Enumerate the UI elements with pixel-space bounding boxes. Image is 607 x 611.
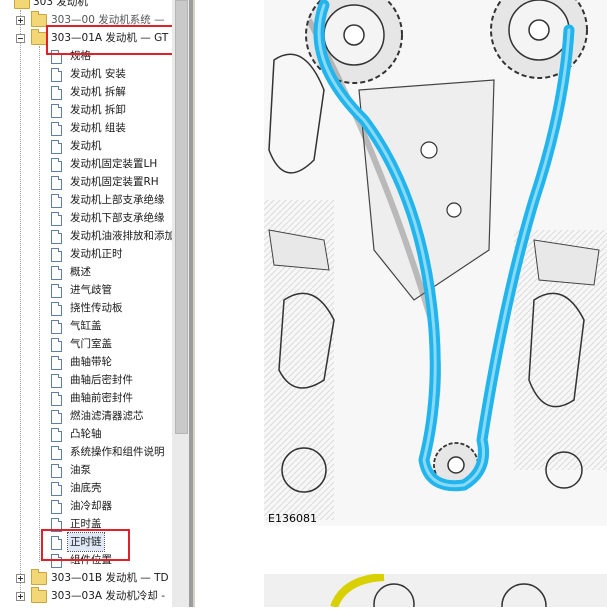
tree-item-label: 系统操作和组件说明 <box>70 446 165 458</box>
annotation-box-section <box>46 25 172 55</box>
folder-icon <box>31 587 47 603</box>
figure-label: E136081 <box>268 512 317 525</box>
document-icon <box>51 428 62 442</box>
annotation-box-selected <box>41 529 130 561</box>
tree-item-label: 发动机下部支承绝缘 <box>70 212 165 224</box>
tree-item-label: 发动机 组装 <box>70 122 126 134</box>
document-icon <box>51 104 62 118</box>
document-icon <box>51 500 62 514</box>
document-icon <box>51 482 62 496</box>
tree-item-label: 燃油滤清器滤芯 <box>70 410 144 422</box>
tree-item-label: 发动机 <box>70 140 102 152</box>
document-icon <box>51 158 62 172</box>
document-icon <box>51 446 62 460</box>
tree-item-label: 曲轴前密封件 <box>70 392 133 404</box>
scrollbar-thumb[interactable] <box>175 0 188 434</box>
document-icon <box>51 86 62 100</box>
engine-illustration <box>264 0 607 526</box>
tree-item-label: 油冷却器 <box>70 500 112 512</box>
document-icon <box>51 284 62 298</box>
document-icon <box>51 320 62 334</box>
next-illustration <box>264 573 607 611</box>
document-icon <box>51 302 62 316</box>
document-icon <box>51 266 62 280</box>
document-icon <box>51 248 62 262</box>
tree-item-label: 油底壳 <box>70 482 102 494</box>
tree-item-label: 发动机油液排放和添加 <box>70 230 172 242</box>
tree-root-label: 303 发动机 <box>33 0 88 8</box>
collapse-icon[interactable] <box>16 34 25 43</box>
document-icon <box>51 410 62 424</box>
tree-item-label: 油泵 <box>70 464 91 476</box>
tree-item-label: 发动机上部支承绝缘 <box>70 194 165 206</box>
document-icon <box>51 68 62 82</box>
document-icon <box>51 194 62 208</box>
tree-item-label: 气缸盖 <box>70 320 102 332</box>
section-label: 303—03A 发动机冷却 - <box>51 590 166 602</box>
expand-icon[interactable] <box>16 16 25 25</box>
tree-guide-line <box>39 46 40 562</box>
document-icon <box>51 356 62 370</box>
tree-item-label: 概述 <box>70 266 91 278</box>
tree-item-label: 发动机 拆卸 <box>70 104 126 116</box>
tree-item-label: 发动机 安装 <box>70 68 126 80</box>
tree-item-label: 挠性传动板 <box>70 302 123 314</box>
document-icon <box>51 176 62 190</box>
document-icon <box>51 338 62 352</box>
folder-open-icon <box>14 0 30 9</box>
tree-item-label: 凸轮轴 <box>70 428 102 440</box>
tree-view[interactable]: 303 发动机 303—00 发动机系统 — 303—01A 发动机 — GT … <box>0 0 172 607</box>
splitter-edge <box>193 0 195 607</box>
tree-item-label: 发动机 拆解 <box>70 86 126 98</box>
tree-item-label: 进气歧管 <box>70 284 112 296</box>
document-icon <box>51 374 62 388</box>
document-icon <box>51 140 62 154</box>
document-icon <box>51 392 62 406</box>
document-icon <box>51 464 62 478</box>
document-icon <box>51 212 62 226</box>
tree-guide-line <box>20 10 21 600</box>
document-icon <box>51 122 62 136</box>
folder-open-icon <box>31 29 47 45</box>
expand-icon[interactable] <box>16 592 25 601</box>
expand-icon[interactable] <box>16 574 25 583</box>
tree-item-label: 曲轴带轮 <box>70 356 112 368</box>
document-icon <box>51 230 62 244</box>
section-label: 303—01B 发动机 — TD <box>51 572 169 584</box>
folder-icon <box>31 569 47 585</box>
tree-item-label: 气门室盖 <box>70 338 112 350</box>
tree-item-label: 发动机固定装置LH <box>70 158 158 170</box>
timing-chain-diagram <box>264 0 607 526</box>
folder-icon <box>31 11 47 27</box>
tree-item-label: 曲轴后密封件 <box>70 374 133 386</box>
tree-item-label: 发动机固定装置RH <box>70 176 159 188</box>
tree-item-label: 发动机正时 <box>70 248 123 260</box>
